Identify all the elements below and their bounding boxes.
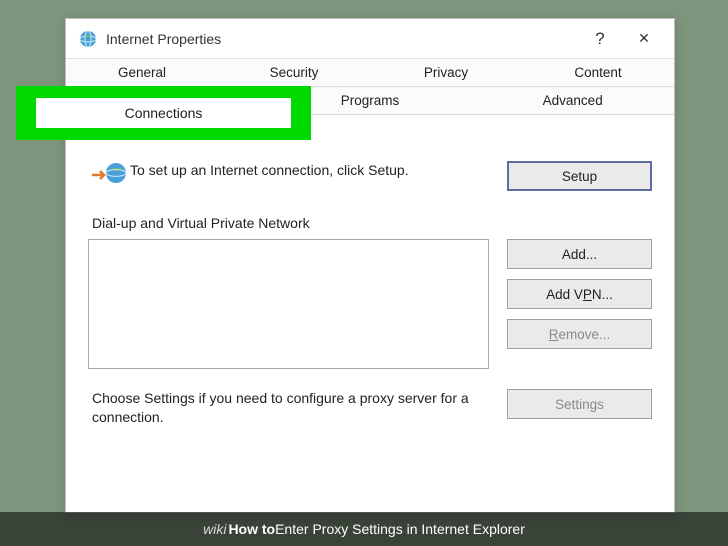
tab-general[interactable]: General: [66, 59, 218, 87]
tab-security[interactable]: Security: [218, 59, 370, 87]
tab-strip: General Security Privacy Content Program…: [66, 59, 674, 119]
tab-panel-connections: To set up an Internet connection, click …: [66, 119, 674, 427]
remove-button: Remove...: [507, 319, 652, 349]
add-button-label: Add...: [562, 247, 597, 262]
caption-how: How to: [228, 521, 275, 537]
setup-connection-icon: [88, 161, 130, 189]
proxy-instruction-text: Choose Settings if you need to configure…: [88, 389, 489, 427]
setup-instruction-text: To set up an Internet connection, click …: [130, 161, 507, 180]
tab-content[interactable]: Content: [522, 59, 674, 87]
article-caption: wiki How to Enter Proxy Settings in Inte…: [0, 512, 728, 546]
globe-icon: [78, 29, 98, 49]
add-button[interactable]: Add...: [507, 239, 652, 269]
tab-advanced[interactable]: Advanced: [471, 87, 674, 115]
connections-listbox[interactable]: [88, 239, 489, 369]
settings-button: Settings: [507, 389, 652, 419]
caption-brand: wiki: [203, 521, 226, 537]
internet-properties-dialog: Internet Properties ? ✕ General Security…: [65, 18, 675, 513]
add-vpn-button[interactable]: Add VPN...: [507, 279, 652, 309]
settings-button-label: Settings: [555, 397, 604, 412]
close-button[interactable]: ✕: [622, 30, 666, 47]
help-button[interactable]: ?: [578, 29, 622, 49]
setup-button-label: Setup: [562, 169, 597, 184]
tab-privacy[interactable]: Privacy: [370, 59, 522, 87]
dialup-section-label: Dial-up and Virtual Private Network: [92, 215, 652, 231]
setup-button[interactable]: Setup: [507, 161, 652, 191]
window-title: Internet Properties: [106, 31, 578, 47]
caption-title: Enter Proxy Settings in Internet Explore…: [275, 521, 525, 537]
titlebar: Internet Properties ? ✕: [66, 19, 674, 59]
